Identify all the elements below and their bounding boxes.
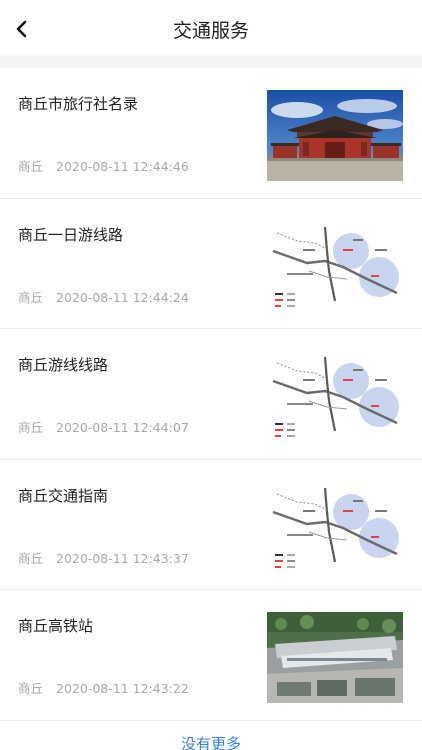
item-title: 商丘高铁站 — [18, 617, 94, 635]
temple-photo-image — [267, 90, 403, 181]
item-source: 商丘 — [18, 159, 44, 174]
item-thumbnail — [267, 612, 403, 703]
item-title: 商丘交通指南 — [18, 486, 109, 505]
item-time: 2020-08-11 12:44:07 — [56, 420, 189, 435]
list-item[interactable]: 商丘高铁站 商丘 2020-08-11 12:43:22 — [0, 590, 422, 721]
item-meta: 商丘 2020-08-11 12:44:46 — [18, 156, 189, 175]
list-item[interactable]: 商丘游线线路 商丘 2020-08-11 12:44:07 — [0, 329, 422, 460]
top-nav-bar: 交通服务 — [0, 0, 422, 55]
article-list: 商丘市旅行社名录 商丘 2020-08-11 12:44:46 商丘一日游线路 … — [0, 68, 422, 721]
list-item[interactable]: 商丘市旅行社名录 商丘 2020-08-11 12:44:46 — [0, 68, 422, 199]
route-map-image — [267, 481, 403, 573]
route-map-image — [267, 351, 403, 442]
item-time: 2020-08-11 12:44:46 — [56, 159, 189, 174]
item-title: 商丘一日游线路 — [18, 225, 124, 244]
item-title: 商丘游线线路 — [18, 356, 109, 374]
item-source: 商丘 — [18, 550, 44, 566]
item-time: 2020-08-11 12:44:24 — [56, 289, 189, 305]
item-thumbnail — [267, 90, 403, 181]
item-meta: 商丘 2020-08-11 12:44:07 — [18, 417, 189, 436]
item-meta: 商丘 2020-08-11 12:44:24 — [18, 287, 189, 306]
page-title: 交通服务 — [172, 20, 249, 42]
section-divider — [0, 55, 422, 68]
list-item[interactable]: 商丘交通指南 商丘 2020-08-11 12:43:37 — [0, 460, 422, 590]
item-thumbnail — [267, 351, 403, 442]
item-source: 商丘 — [18, 289, 44, 305]
item-time: 2020-08-11 12:43:37 — [56, 550, 189, 566]
no-more-indicator: 没有更多 — [180, 735, 241, 750]
item-source: 商丘 — [18, 681, 44, 696]
list-item[interactable]: 商丘一日游线路 商丘 2020-08-11 12:44:24 — [0, 199, 422, 329]
item-thumbnail — [267, 220, 403, 312]
station-aerial-photo-image — [267, 612, 403, 703]
item-title: 商丘市旅行社名录 — [18, 95, 139, 113]
item-source: 商丘 — [18, 420, 44, 435]
item-meta: 商丘 2020-08-11 12:43:22 — [18, 678, 189, 697]
item-meta: 商丘 2020-08-11 12:43:37 — [18, 548, 189, 567]
item-time: 2020-08-11 12:43:22 — [56, 681, 189, 696]
item-thumbnail — [267, 481, 403, 573]
route-map-image — [267, 220, 403, 312]
